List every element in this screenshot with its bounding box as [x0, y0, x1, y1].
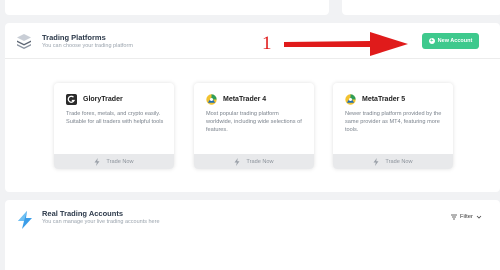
metatrader-logo-icon	[345, 94, 356, 105]
top-card-right	[342, 0, 500, 15]
new-account-button[interactable]: + New Account	[422, 33, 479, 49]
platform-name: GloryTrader	[83, 96, 123, 103]
platform-description: Most popular trading platform worldwide,…	[206, 111, 302, 133]
platform-name: MetaTrader 4	[223, 96, 267, 103]
real-accounts-title: Real Trading Accounts	[42, 209, 123, 218]
platform-card-metatrader-5: MetaTrader 5 Newer trading platform prov…	[333, 83, 453, 169]
lightning-bolt-icon	[373, 157, 379, 166]
lightning-bolt-icon	[94, 157, 100, 166]
new-account-label: New Account	[437, 38, 473, 44]
top-card-left	[5, 0, 329, 15]
filter-label: Filter	[460, 214, 473, 220]
platform-description: Newer trading platform provided by the s…	[345, 111, 442, 133]
chevron-down-icon	[476, 215, 482, 219]
trade-now-button[interactable]: Trade Now	[194, 154, 314, 169]
metatrader-logo-icon	[206, 94, 217, 105]
platform-card-metatrader-4: MetaTrader 4 Most popular trading platfo…	[194, 83, 314, 169]
trade-now-label: Trade Now	[246, 158, 274, 165]
annotation-arrow-icon	[284, 32, 408, 56]
platform-card-header: MetaTrader 5	[345, 94, 405, 105]
annotation-number: 1	[262, 33, 272, 54]
filter-dropdown[interactable]: Filter	[451, 214, 482, 220]
glorytrader-logo-icon	[66, 94, 77, 105]
lightning-bolt-icon	[18, 211, 32, 229]
trade-now-button[interactable]: Trade Now	[54, 154, 174, 169]
stacked-layers-icon	[17, 34, 31, 49]
platform-card-header: MetaTrader 4	[206, 94, 266, 105]
panel-subtitle: You can choose your trading platform	[42, 43, 133, 49]
filter-icon	[451, 214, 457, 220]
platform-description: Trade forex, metals, and crypto easily. …	[66, 111, 164, 125]
real-accounts-subtitle: You can manage your live trading account…	[42, 219, 160, 225]
platform-card-header: GloryTrader	[66, 94, 123, 105]
trade-now-label: Trade Now	[385, 158, 413, 165]
platform-name: MetaTrader 5	[362, 96, 406, 103]
plus-icon: +	[428, 38, 435, 44]
panel-title: Trading Platforms	[42, 33, 106, 42]
trade-now-button[interactable]: Trade Now	[333, 154, 453, 169]
panel-header: Trading Platforms You can choose your tr…	[5, 23, 500, 59]
trade-now-label: Trade Now	[106, 158, 134, 165]
platform-card-glorytrader: GloryTrader Trade forex, metals, and cry…	[54, 83, 174, 169]
lightning-bolt-icon	[234, 157, 240, 166]
real-trading-accounts-panel: Real Trading Accounts You can manage you…	[5, 200, 500, 270]
